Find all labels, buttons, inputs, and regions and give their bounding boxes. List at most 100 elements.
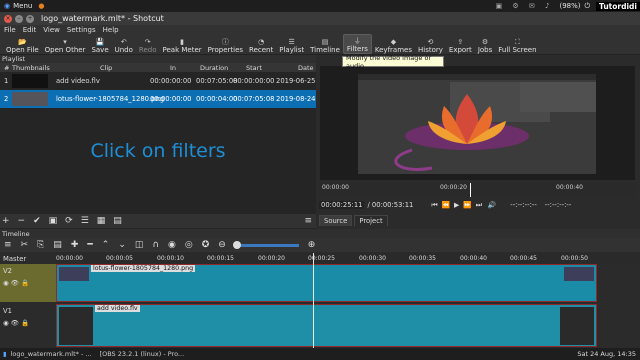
play-icon[interactable]: ▶: [454, 201, 459, 209]
add-icon[interactable]: +: [2, 216, 10, 226]
peak-meter-button[interactable]: ▮ Peak Meter: [160, 34, 205, 54]
col-in[interactable]: In: [170, 64, 176, 72]
track-controls: ◉👁🔒: [3, 279, 56, 287]
battery-text: (98%): [559, 2, 581, 10]
copy-icon[interactable]: ⎘: [37, 240, 44, 250]
zoom-in-icon[interactable]: ⊕: [308, 240, 316, 250]
scrub-icon[interactable]: ◉: [168, 240, 176, 250]
in-point[interactable]: --:--:--:--: [510, 201, 537, 209]
timeline-button[interactable]: ▤ Timeline: [307, 34, 343, 54]
overwrite-icon[interactable]: ⌄: [118, 240, 126, 250]
lift-icon[interactable]: ⌃: [102, 240, 110, 250]
firefox-icon[interactable]: ●: [38, 2, 44, 10]
scrubber-playhead[interactable]: [470, 183, 471, 197]
master-track-header[interactable]: Master: [0, 255, 56, 263]
v2-clip[interactable]: lotus-flower-1805784_1280.png: [56, 264, 597, 302]
filters-button[interactable]: ⏚ Filters: [342, 34, 372, 54]
minimize-window-button[interactable]: –: [15, 14, 23, 23]
remove-icon[interactable]: ━: [87, 240, 92, 250]
tab-source[interactable]: Source: [319, 214, 353, 226]
system-menu-label[interactable]: Menu: [13, 2, 32, 10]
rewind-icon[interactable]: ⏪: [442, 201, 450, 209]
v1-clip[interactable]: add video.flv: [56, 304, 597, 347]
player-scrubber[interactable]: 00:00:00 00:00:20 00:00:40: [320, 183, 635, 197]
col-date[interactable]: Date: [298, 64, 314, 72]
cut-icon[interactable]: ✂: [21, 240, 29, 250]
v2-track-header[interactable]: V2 ◉👁🔒: [0, 264, 56, 302]
update-icon[interactable]: ⟳: [65, 216, 73, 226]
append-icon[interactable]: ✚: [71, 240, 79, 250]
v1-track-header[interactable]: V1 ◉👁🔒: [0, 304, 56, 347]
timeline-ruler[interactable]: 00:00:00 00:00:05 00:00:10 00:00:15 00:0…: [56, 253, 640, 264]
volume-icon[interactable]: 🔊: [488, 201, 496, 209]
mute-track-icon[interactable]: 👁: [11, 319, 21, 327]
playlist-row[interactable]: 1 add video.flv 00:00:00:00 00:07:05:08 …: [0, 72, 316, 90]
playlist-button[interactable]: ☰ Playlist: [276, 34, 307, 54]
list-view-icon[interactable]: ☰: [81, 216, 89, 226]
redo-button[interactable]: ↷ Redo: [136, 34, 160, 54]
maximize-window-button[interactable]: +: [26, 14, 34, 23]
menu-settings[interactable]: Settings: [67, 26, 96, 34]
menu-help[interactable]: Help: [103, 26, 119, 34]
playlist-row-selected[interactable]: 2 lotus-flower-1805784_1280.png 00:00:00…: [0, 90, 316, 108]
mute-track-icon[interactable]: 👁: [11, 279, 21, 287]
full-screen-button[interactable]: ⛶ Full Screen: [495, 34, 539, 54]
window-title-bar: × – + logo_watermark.mlt* - Shotcut: [0, 12, 640, 25]
recent-button[interactable]: ◔ Recent: [246, 34, 276, 54]
ripple-icon[interactable]: ◎: [185, 240, 193, 250]
split-icon[interactable]: ◫: [135, 240, 144, 250]
col-thumbnails[interactable]: Thumbnails: [12, 64, 50, 72]
current-time-field[interactable]: 00:00:25:11: [319, 201, 365, 209]
jobs-button[interactable]: ⚙ Jobs: [475, 34, 495, 54]
skip-start-icon[interactable]: ⏮: [431, 201, 437, 210]
timeline-playhead[interactable]: [313, 253, 314, 348]
snap-icon[interactable]: ∩: [152, 240, 159, 250]
properties-button[interactable]: ⓘ Properties: [205, 34, 246, 54]
grid-view-icon[interactable]: ▦: [97, 216, 106, 226]
timeline-title: Timeline: [0, 229, 640, 238]
hide-track-icon[interactable]: ◉: [3, 319, 11, 327]
menu-edit[interactable]: Edit: [23, 26, 37, 34]
tab-project[interactable]: Project: [354, 214, 388, 226]
keyframes-button[interactable]: ◆ Keyframes: [372, 34, 415, 54]
close-window-button[interactable]: ×: [4, 14, 12, 23]
lock-track-icon[interactable]: 🔒: [21, 319, 31, 327]
zoom-slider-handle[interactable]: [232, 240, 241, 249]
timeline-icon: ▤: [321, 38, 329, 46]
col-duration[interactable]: Duration: [200, 64, 228, 72]
skip-end-icon[interactable]: ⏭: [476, 201, 482, 210]
open-file-button[interactable]: 📂 Open File: [3, 34, 42, 54]
ripple-all-icon[interactable]: ✪: [202, 240, 210, 250]
undo-button[interactable]: ↶ Undo: [112, 34, 136, 54]
col-number[interactable]: #: [4, 64, 9, 72]
app-menu-icon[interactable]: ◉: [4, 2, 10, 10]
timeline-menu-icon[interactable]: ≡: [4, 240, 12, 250]
zoom-out-icon[interactable]: ⊖: [218, 240, 226, 250]
replace-icon[interactable]: ▣: [49, 216, 58, 226]
taskbar-item-obs[interactable]: [OBS 23.2.1 (linux) - Pro...: [96, 350, 189, 358]
video-preview[interactable]: [320, 66, 635, 180]
lock-track-icon[interactable]: 🔒: [21, 279, 31, 287]
taskbar-item-shotcut[interactable]: logo_watermark.mlt* - ...: [7, 350, 96, 358]
fast-forward-icon[interactable]: ⏩: [463, 201, 471, 209]
zoom-slider[interactable]: [232, 240, 299, 249]
history-button[interactable]: ⟲ History: [415, 34, 446, 54]
open-other-button[interactable]: ▾ Open Other: [42, 34, 89, 54]
hide-track-icon[interactable]: ◉: [3, 279, 11, 287]
track-headers: Master V2 ◉👁🔒 V1 ◉👁🔒: [0, 253, 56, 348]
paste-icon[interactable]: ▤: [53, 240, 62, 250]
remove-icon[interactable]: −: [18, 216, 26, 226]
check-icon[interactable]: ✔: [33, 216, 41, 226]
out-point[interactable]: --:--:--:--: [545, 201, 572, 209]
timeline-toolbar: ≡ ✂ ⎘ ▤ ✚ ━ ⌃ ⌄ ◫ ∩ ◉ ◎ ✪ ⊖ ⊕: [0, 238, 640, 252]
export-button[interactable]: ⇪ Export: [446, 34, 475, 54]
col-clip[interactable]: Clip: [100, 64, 112, 72]
col-start[interactable]: Start: [246, 64, 262, 72]
jobs-icon: ⚙: [481, 38, 489, 46]
menu-view[interactable]: View: [43, 26, 60, 34]
menu-file[interactable]: File: [4, 26, 16, 34]
power-icon[interactable]: ⏻: [585, 2, 591, 11]
icon-view-icon[interactable]: ▤: [113, 216, 122, 226]
menu-icon[interactable]: ≡: [304, 216, 312, 226]
save-button[interactable]: 💾 Save: [88, 34, 111, 54]
